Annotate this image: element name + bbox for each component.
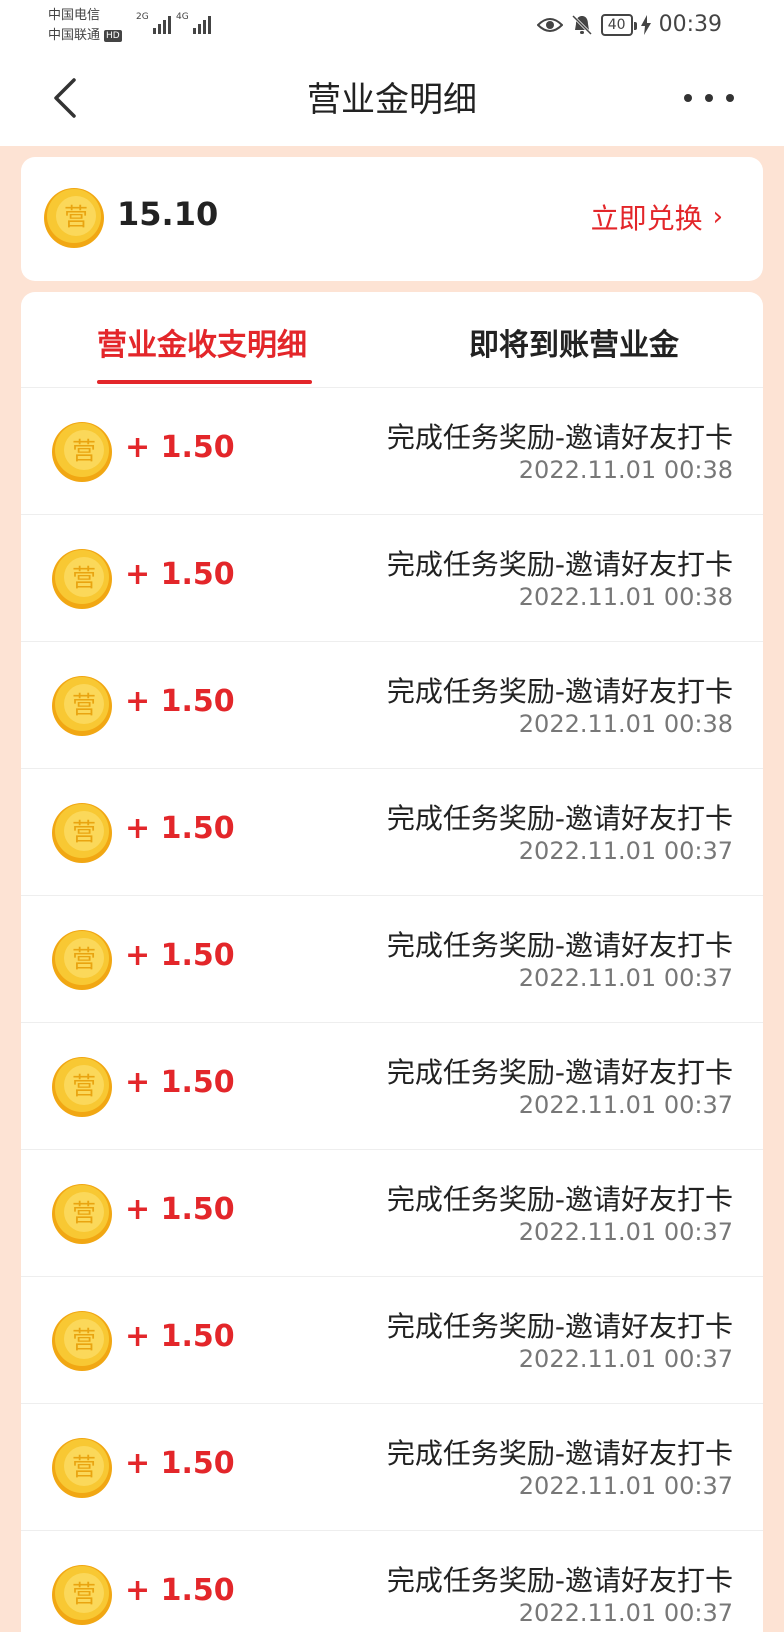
transaction-row[interactable]: 营 + 1.50 完成任务奖励-邀请好友打卡 2022.11.01 00:37 [21, 1277, 763, 1404]
transaction-description: 完成任务奖励-邀请好友打卡 [386, 802, 733, 835]
status-bar: 中国电信 中国联通 HD 2G 4G 40 00:39 [0, 0, 784, 50]
transaction-description: 完成任务奖励-邀请好友打卡 [386, 1183, 733, 1216]
transaction-time: 2022.11.01 00:37 [518, 1218, 733, 1246]
coin-icon: 营 [52, 1311, 112, 1371]
chevron-right-icon: › [712, 202, 723, 232]
tab-income-expense-details[interactable]: 营业金收支明细 [97, 320, 307, 364]
transactions-card: 营业金收支明细 即将到账营业金 营 + 1.50 完成任务奖励-邀请好友打卡 2… [21, 292, 763, 1632]
svg-text:营: 营 [72, 1453, 96, 1481]
transaction-description: 完成任务奖励-邀请好友打卡 [386, 929, 733, 962]
transaction-description: 完成任务奖励-邀请好友打卡 [386, 1437, 733, 1470]
eye-icon [536, 17, 563, 32]
svg-text:营: 营 [72, 1580, 96, 1608]
transaction-description: 完成任务奖励-邀请好友打卡 [386, 1310, 733, 1343]
balance-amount: 15.10 [117, 195, 219, 233]
transaction-amount: + 1.50 [125, 1192, 235, 1227]
transaction-row[interactable]: 营 + 1.50 完成任务奖励-邀请好友打卡 2022.11.01 00:37 [21, 1023, 763, 1150]
transaction-row[interactable]: 营 + 1.50 完成任务奖励-邀请好友打卡 2022.11.01 00:37 [21, 1531, 763, 1632]
exchange-label: 立即兑换 [590, 202, 703, 235]
transaction-amount: + 1.50 [125, 557, 235, 592]
page-title: 营业金明细 [307, 80, 477, 120]
more-dot-icon [705, 94, 713, 102]
svg-text:营: 营 [72, 945, 96, 973]
transaction-time: 2022.11.01 00:37 [518, 1599, 733, 1627]
more-button[interactable] [684, 80, 734, 116]
coin-icon: 营 [52, 1438, 112, 1498]
transaction-time: 2022.11.01 00:37 [518, 1472, 733, 1500]
transaction-amount: + 1.50 [125, 1319, 235, 1354]
transaction-amount: + 1.50 [125, 811, 235, 846]
transaction-row[interactable]: 营 + 1.50 完成任务奖励-邀请好友打卡 2022.11.01 00:38 [21, 515, 763, 642]
transaction-amount: + 1.50 [125, 1446, 235, 1481]
transaction-time: 2022.11.01 00:37 [518, 837, 733, 865]
transaction-row[interactable]: 营 + 1.50 完成任务奖励-邀请好友打卡 2022.11.01 00:37 [21, 1404, 763, 1531]
transaction-amount: + 1.50 [125, 1065, 235, 1100]
svg-text:营: 营 [72, 691, 96, 719]
coin-icon: 营 [52, 549, 112, 609]
svg-text:营: 营 [72, 437, 96, 465]
coin-icon: 营 [52, 1184, 112, 1244]
transaction-description: 完成任务奖励-邀请好友打卡 [386, 1056, 733, 1089]
battery-icon: 40 [600, 13, 637, 36]
network-type-2: 4G [176, 12, 189, 22]
transaction-row[interactable]: 营 + 1.50 完成任务奖励-邀请好友打卡 2022.11.01 00:38 [21, 642, 763, 769]
transaction-time: 2022.11.01 00:37 [518, 1091, 733, 1119]
carrier-2: 中国联通 [48, 28, 101, 43]
svg-text:营: 营 [72, 1072, 96, 1100]
transaction-time: 2022.11.01 00:38 [518, 456, 733, 484]
transaction-amount: + 1.50 [125, 684, 235, 719]
signal-icon: 2G [136, 12, 171, 34]
carrier-info: 中国电信 中国联通 HD [48, 6, 122, 46]
coin-icon: 营 [52, 422, 112, 482]
svg-text:营: 营 [72, 1199, 96, 1227]
coin-icon: 营 [52, 803, 112, 863]
coin-icon: 营 [52, 930, 112, 990]
network-type-1: 2G [136, 12, 149, 22]
transaction-row[interactable]: 营 + 1.50 完成任务奖励-邀请好友打卡 2022.11.01 00:37 [21, 896, 763, 1023]
bell-muted-icon [571, 14, 592, 35]
transaction-row[interactable]: 营 + 1.50 完成任务奖励-邀请好友打卡 2022.11.01 00:38 [21, 388, 763, 515]
svg-text:营: 营 [72, 818, 96, 846]
more-dot-icon [684, 94, 692, 102]
transaction-time: 2022.11.01 00:37 [518, 1345, 733, 1373]
svg-text:营: 营 [72, 564, 96, 592]
more-dot-icon [726, 94, 734, 102]
coin-icon: 营 [52, 676, 112, 736]
balance-card: 营 15.10 立即兑换 › [21, 157, 763, 281]
transaction-amount: + 1.50 [125, 938, 235, 973]
active-tab-indicator [97, 380, 312, 384]
clock: 00:39 [658, 12, 722, 37]
coin-glyph: 营 [64, 203, 88, 231]
tab-bar: 营业金收支明细 即将到账营业金 [21, 292, 763, 388]
exchange-now-button[interactable]: 立即兑换 › [591, 197, 723, 237]
hd-badge: HD [104, 30, 122, 42]
tab-pending-funds[interactable]: 即将到账营业金 [469, 320, 679, 364]
carrier-1: 中国电信 [48, 8, 101, 23]
status-right: 40 00:39 [536, 12, 722, 37]
transaction-row[interactable]: 营 + 1.50 完成任务奖励-邀请好友打卡 2022.11.01 00:37 [21, 1150, 763, 1277]
transaction-row[interactable]: 营 + 1.50 完成任务奖励-邀请好友打卡 2022.11.01 00:37 [21, 769, 763, 896]
transaction-time: 2022.11.01 00:38 [518, 583, 733, 611]
transaction-amount: + 1.50 [125, 430, 235, 465]
transaction-description: 完成任务奖励-邀请好友打卡 [386, 1564, 733, 1597]
transaction-description: 完成任务奖励-邀请好友打卡 [386, 548, 733, 581]
transaction-amount: + 1.50 [125, 1573, 235, 1608]
transaction-time: 2022.11.01 00:37 [518, 964, 733, 992]
signal-icon-2: 4G [176, 12, 211, 34]
svg-text:营: 营 [72, 1326, 96, 1354]
coin-icon: 营 [52, 1565, 112, 1625]
charging-icon [640, 14, 651, 35]
coin-icon: 营 [52, 1057, 112, 1117]
nav-bar: 营业金明细 [0, 50, 784, 146]
transaction-time: 2022.11.01 00:38 [518, 710, 733, 738]
transaction-description: 完成任务奖励-邀请好友打卡 [386, 675, 733, 708]
coin-icon: 营 [44, 188, 104, 248]
transaction-list: 营 + 1.50 完成任务奖励-邀请好友打卡 2022.11.01 00:38 … [21, 388, 763, 1632]
transaction-description: 完成任务奖励-邀请好友打卡 [386, 421, 733, 454]
